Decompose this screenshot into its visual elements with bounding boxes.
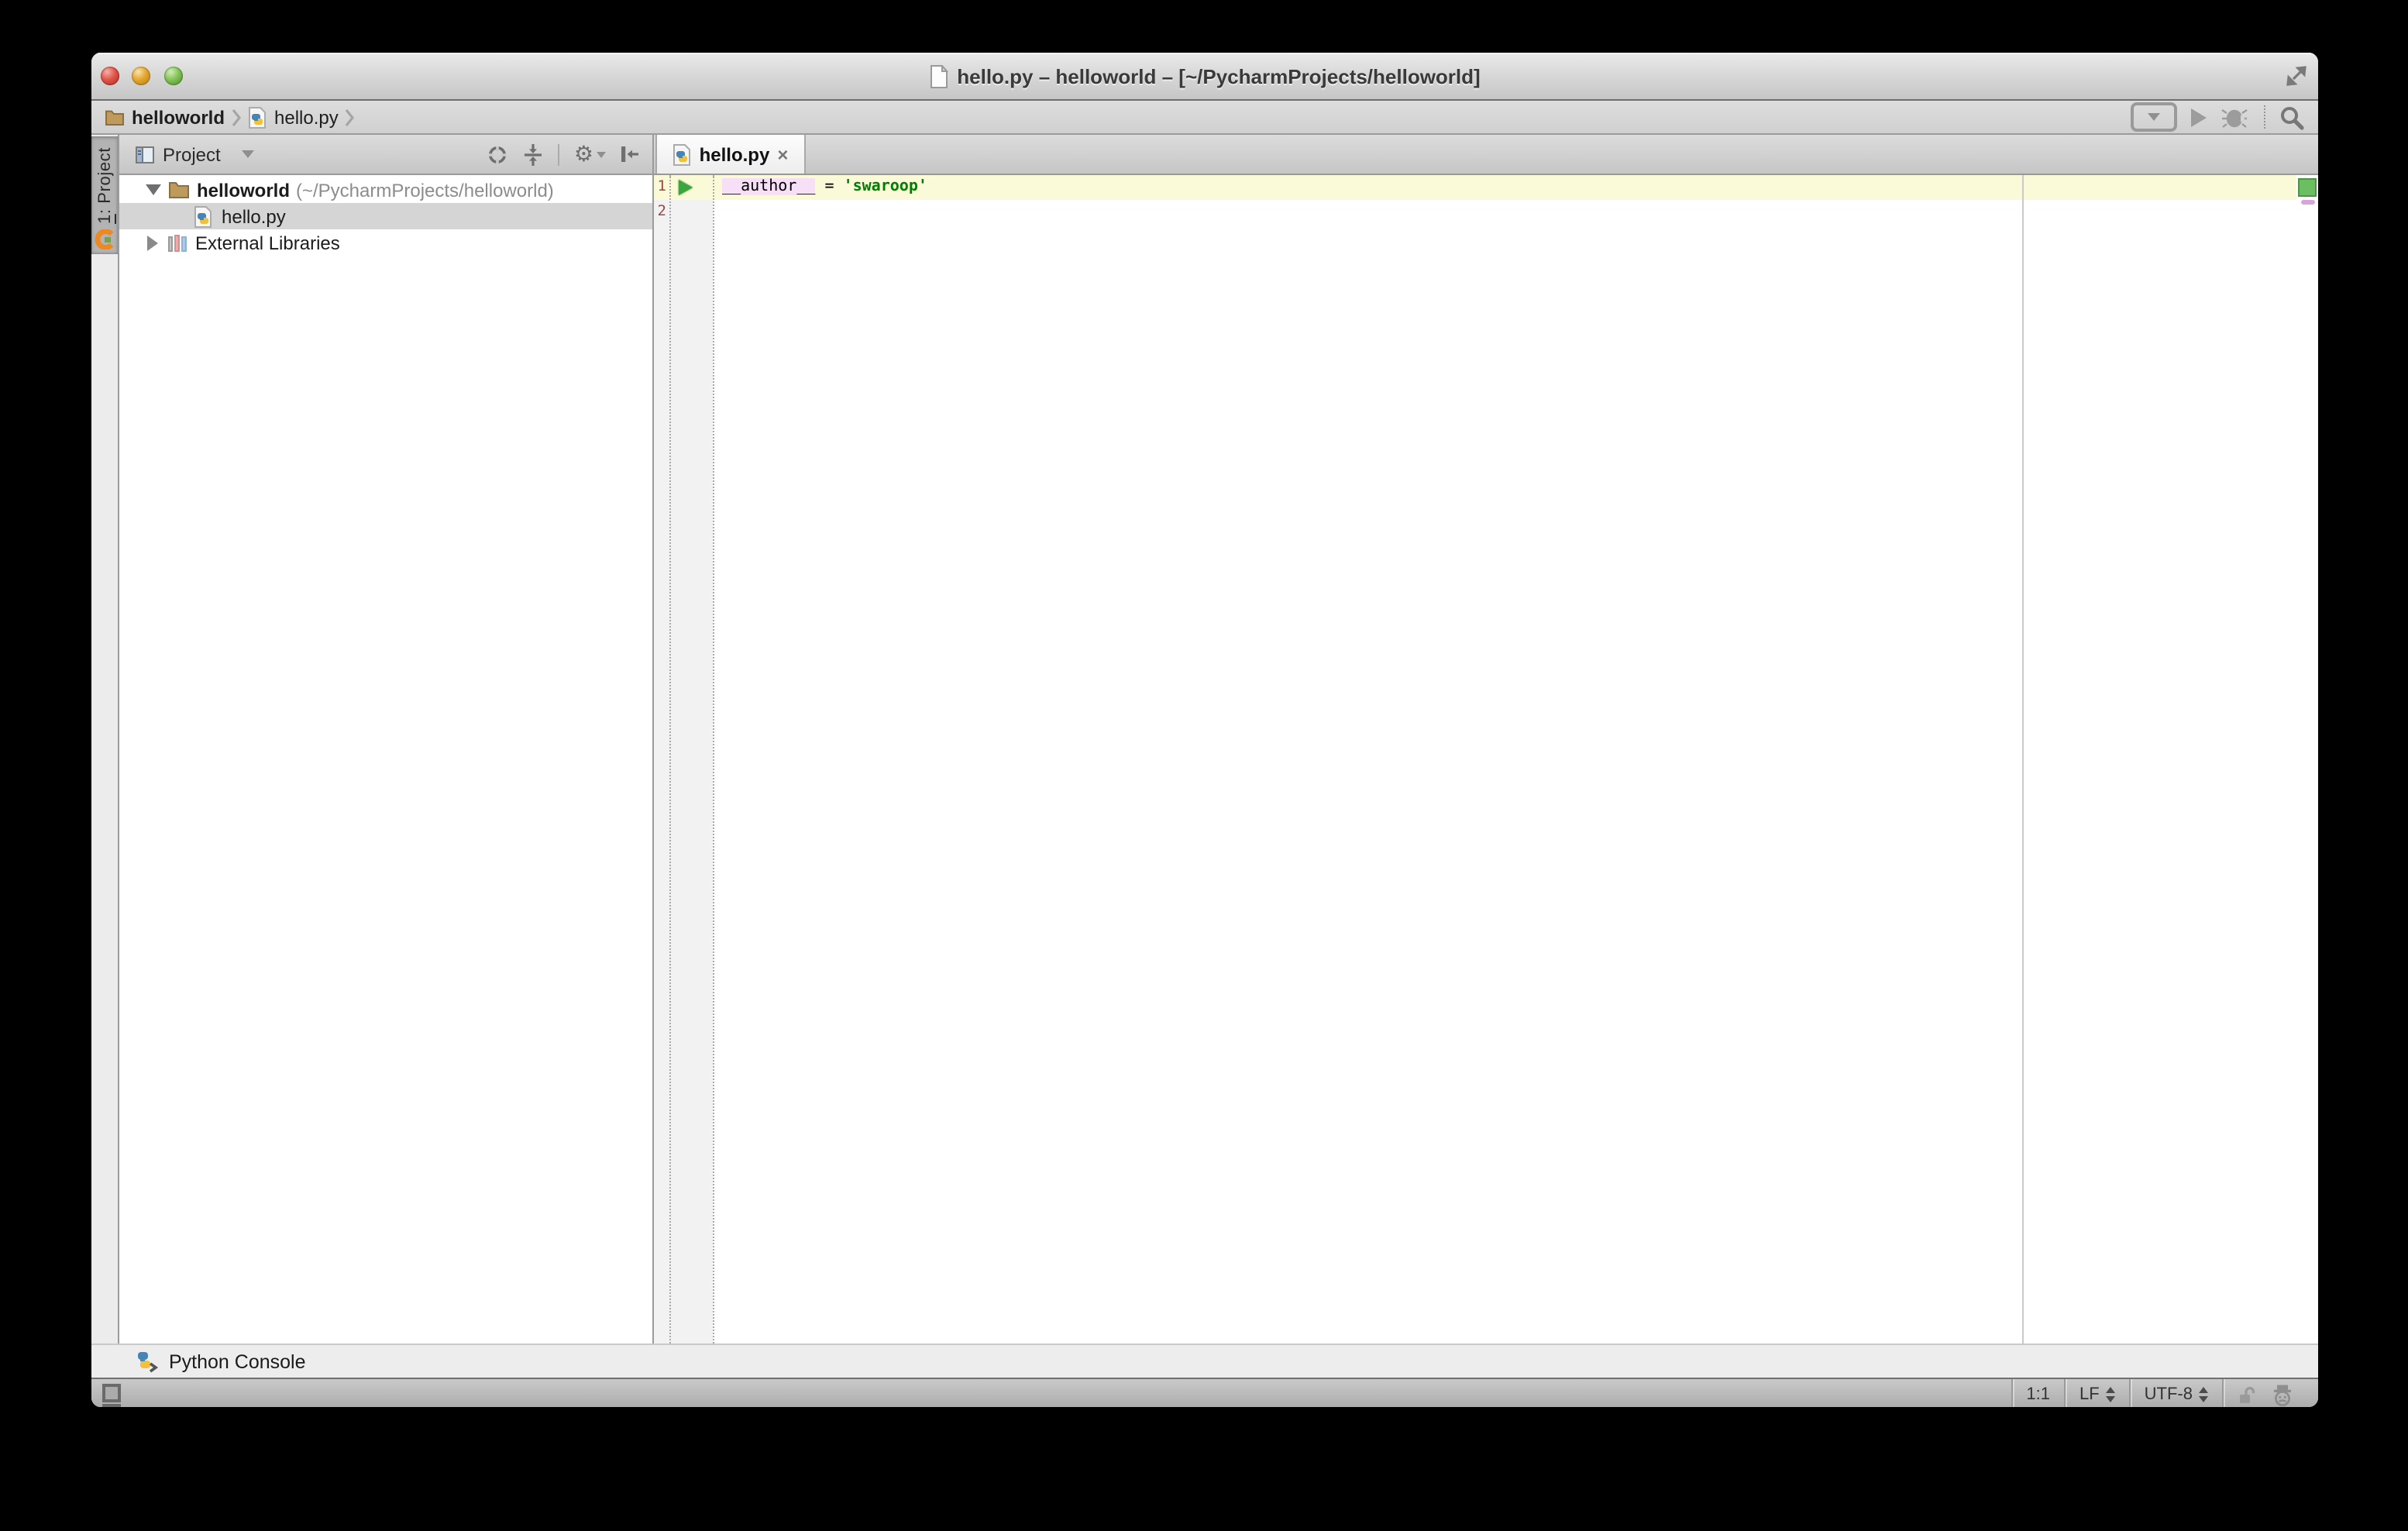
panel-header-actions: ⚙ <box>487 143 640 165</box>
status-widgets: 1:1 LF UTF-8 <box>2011 1379 2307 1407</box>
python-console-button[interactable]: Python Console <box>136 1350 306 1372</box>
header-separator <box>559 143 560 165</box>
chevron-right-icon <box>231 108 242 126</box>
collapsed-arrow-icon[interactable] <box>147 235 158 250</box>
pycharm-window: hello.py – helloworld – [~/PycharmProjec… <box>91 53 2318 1407</box>
python-file-icon <box>194 205 212 227</box>
debug-bug-icon[interactable] <box>2221 106 2250 128</box>
close-tab-icon[interactable]: × <box>777 145 788 163</box>
panel-title: Project <box>163 143 221 165</box>
tree-node-label: helloworld <box>197 179 290 201</box>
breadcrumb-file[interactable]: hello.py <box>248 106 339 128</box>
python-file-icon <box>673 143 692 165</box>
project-tab-label: 1: Project <box>95 146 114 223</box>
breadcrumb-project[interactable]: helloworld <box>105 106 225 128</box>
minimize-window-button[interactable] <box>132 67 150 85</box>
editor-tab-bar: hello.py × <box>654 135 2318 175</box>
window-title-group: hello.py – helloworld – [~/PycharmProjec… <box>929 64 1480 88</box>
toolbar-separator <box>2264 105 2265 129</box>
main-area: 1: Project Project <box>91 135 2318 1343</box>
breadcrumb-label: helloworld <box>132 106 225 128</box>
tree-row-project-root[interactable]: helloworld (~/PycharmProjects/helloworld… <box>119 177 652 203</box>
highlight-stripe-marker[interactable] <box>2301 200 2315 205</box>
gutter-separator <box>669 175 671 1343</box>
chevron-right-icon <box>345 108 356 126</box>
folder-icon <box>105 109 124 125</box>
search-icon[interactable] <box>2279 105 2304 129</box>
tree-row-external-libraries[interactable]: External Libraries <box>119 229 652 256</box>
line-number: 1 <box>654 175 666 200</box>
line-number: 2 <box>654 200 666 225</box>
editor-column: hello.py × 1 2 __author__ = 'swaroop' <box>654 135 2318 1343</box>
caret-position: 1:1 <box>2026 1385 2050 1404</box>
bottom-tool-window-bar: Python Console <box>91 1343 2318 1379</box>
tree-node-path: (~/PycharmProjects/helloworld) <box>296 179 554 201</box>
tree-node-label: hello.py <box>222 205 286 227</box>
window-title: hello.py – helloworld – [~/PycharmProjec… <box>957 64 1480 88</box>
tab-label: hello.py <box>700 143 770 165</box>
run-line-marker-icon[interactable] <box>679 180 693 195</box>
chevron-down-icon <box>2148 113 2160 121</box>
project-tool-window-tab[interactable]: 1: Project <box>91 136 118 254</box>
python-console-icon <box>136 1350 160 1372</box>
line-separator: LF <box>2079 1385 2100 1404</box>
run-button[interactable] <box>2191 108 2207 126</box>
editor-gutter[interactable] <box>654 175 713 1343</box>
pycharm-logo-icon <box>95 229 115 249</box>
tree-node-label: External Libraries <box>195 232 340 253</box>
error-stripe[interactable] <box>2296 175 2318 1343</box>
line-separator-widget[interactable]: LF <box>2064 1379 2129 1407</box>
python-file-icon <box>248 106 267 128</box>
code-editor[interactable]: 1 2 __author__ = 'swaroop' <box>654 175 2318 1343</box>
run-configuration-dropdown[interactable] <box>2131 102 2177 132</box>
panel-settings-button[interactable]: ⚙ <box>574 143 606 165</box>
code-line: __author__ = 'swaroop' <box>722 175 927 200</box>
project-tree: helloworld (~/PycharmProjects/helloworld… <box>119 175 652 1343</box>
gutter-separator <box>713 175 714 1343</box>
updown-stepper-icon <box>2106 1388 2115 1402</box>
encoding: UTF-8 <box>2145 1385 2193 1404</box>
project-view-icon <box>135 145 155 163</box>
gear-icon: ⚙ <box>574 143 593 165</box>
editor-tab-hello-py[interactable]: hello.py × <box>655 135 806 174</box>
toggle-tool-window-stripes-icon[interactable] <box>102 1384 121 1402</box>
run-toolbar <box>2131 102 2304 132</box>
inspection-hector-icon[interactable] <box>2272 1383 2293 1406</box>
close-window-button[interactable] <box>101 67 119 85</box>
folder-icon <box>169 181 189 198</box>
inspection-status-indicator[interactable] <box>2298 178 2317 197</box>
hide-panel-icon[interactable] <box>620 144 640 164</box>
python-console-label: Python Console <box>169 1350 306 1372</box>
collapse-all-icon[interactable] <box>523 143 545 165</box>
tool-window-stripe: 1: Project <box>91 135 119 1343</box>
navigation-bar: helloworld hello.py <box>91 101 2318 135</box>
code-identifier: __author__ <box>722 178 815 195</box>
zoom-window-button[interactable] <box>164 67 183 85</box>
breadcrumb-label: hello.py <box>274 106 339 128</box>
title-bar[interactable]: hello.py – helloworld – [~/PycharmProjec… <box>91 53 2318 101</box>
fullscreen-icon[interactable] <box>2286 65 2307 87</box>
right-margin-guide <box>2022 175 2024 1343</box>
libraries-books-icon <box>167 233 187 252</box>
code-string: 'swaroop' <box>844 178 927 195</box>
document-icon <box>929 64 948 88</box>
expanded-arrow-icon[interactable] <box>146 184 161 195</box>
tree-row-hello-py[interactable]: hello.py <box>119 203 652 229</box>
caret-position-widget[interactable]: 1:1 <box>2011 1379 2064 1407</box>
code-operator: = <box>815 178 843 195</box>
screen: hello.py – helloworld – [~/PycharmProjec… <box>0 0 2408 1531</box>
updown-stepper-icon <box>2199 1388 2208 1402</box>
unlock-icon[interactable] <box>2238 1385 2256 1405</box>
encoding-widget[interactable]: UTF-8 <box>2129 1379 2222 1407</box>
locate-target-icon[interactable] <box>487 143 509 165</box>
status-icons <box>2222 1379 2307 1407</box>
view-mode-dropdown-icon[interactable] <box>243 150 255 158</box>
chevron-down-icon <box>597 151 606 157</box>
status-bar: 1:1 LF UTF-8 <box>91 1379 2318 1407</box>
project-panel-header: Project <box>119 135 652 175</box>
project-panel: Project <box>119 135 654 1343</box>
